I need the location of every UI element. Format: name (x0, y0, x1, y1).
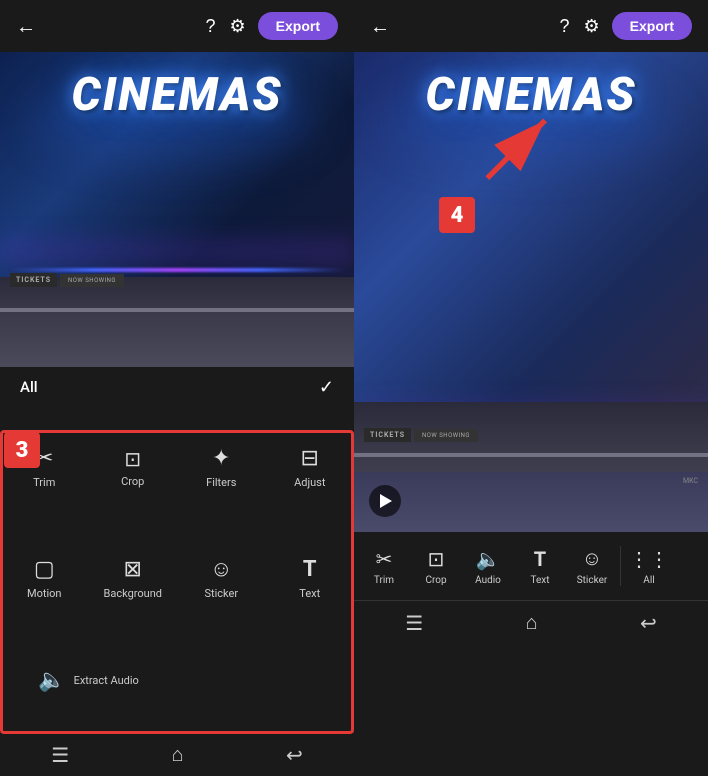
trim-label: Trim (33, 476, 55, 489)
text-icon: T (303, 559, 317, 581)
left-panel: ← ? ⚙ Export CINEMAS TICKETS NOW SHOWING… (0, 0, 354, 776)
right-cinemas-text: CINEMAS (426, 72, 637, 118)
right-back-arrow-icon[interactable]: ← (370, 14, 390, 39)
left-top-bar-right: ? ⚙ Export (204, 12, 339, 40)
right-text-icon: T (534, 547, 546, 571)
right-top-bar-left: ← (370, 14, 390, 39)
neon-strip (10, 268, 344, 272)
right-floor-balcony: TICKETS NOW SHOWING MKC (354, 402, 708, 532)
background-label: Background (104, 587, 162, 600)
right-tool-text[interactable]: T Text (514, 541, 566, 592)
balcony-rail (0, 308, 354, 312)
play-icon (380, 494, 392, 508)
right-video-preview: CINEMAS TICKETS NOW SHOWING MKC 4 (354, 52, 708, 532)
right-export-button[interactable]: Export (612, 12, 692, 40)
right-trim-icon: ✂ (376, 547, 393, 571)
right-audio-label: Audio (475, 575, 501, 586)
adjust-icon: ⊟ (301, 448, 319, 470)
tool-trim[interactable]: ✂ Trim (0, 413, 89, 524)
toolbar-divider (620, 546, 621, 586)
sticker-icon: ☺ (210, 559, 232, 581)
crop-icon: ⊡ (124, 449, 141, 469)
cinema-top-area: CINEMAS (0, 52, 354, 128)
play-button[interactable] (369, 485, 401, 517)
right-tool-audio[interactable]: 🔈 Audio (462, 541, 514, 592)
left-bottom-nav: ☰ ⌂ ↩ (0, 732, 354, 776)
right-trim-label: Trim (374, 575, 394, 586)
right-now-showing-sign: NOW SHOWING (414, 429, 478, 442)
left-top-bar: ← ? ⚙ Export (0, 0, 354, 52)
left-top-bar-left: ← (16, 14, 36, 39)
right-tickets-sign: TICKETS (364, 428, 411, 442)
nav-back-icon[interactable]: ↩ (286, 743, 303, 767)
purple-blob (0, 237, 354, 267)
sticker-label: Sticker (204, 587, 238, 600)
tool-filters[interactable]: ✦ Filters (177, 413, 266, 524)
tool-extract-audio[interactable]: 🔈 Extract Audio (0, 635, 177, 727)
check-icon[interactable]: ✓ (319, 377, 334, 398)
right-top-bar-right: ? ⚙ Export (558, 12, 693, 40)
right-tool-crop[interactable]: ⊡ Crop (410, 541, 462, 592)
right-tool-trim[interactable]: ✂ Trim (358, 541, 410, 592)
right-crop-label: Crop (425, 575, 446, 586)
left-video-preview: CINEMAS TICKETS NOW SHOWING (0, 52, 354, 367)
now-showing-sign: NOW SHOWING (60, 274, 124, 287)
motion-label: Motion (27, 587, 62, 600)
tool-adjust[interactable]: ⊟ Adjust (266, 413, 355, 524)
right-text-label: Text (530, 575, 549, 586)
tool-text[interactable]: T Text (266, 524, 355, 635)
tickets-sign: TICKETS (10, 273, 57, 287)
right-nav-back-icon[interactable]: ↩ (640, 611, 657, 635)
right-nav-menu-icon[interactable]: ☰ (405, 611, 423, 635)
right-sticker-label: Sticker (577, 575, 608, 586)
adjust-label: Adjust (294, 476, 325, 489)
tool-background[interactable]: ⊠ Background (89, 524, 178, 635)
extract-audio-icon: 🔈 (38, 670, 65, 692)
tool-sticker[interactable]: ☺ Sticker (177, 524, 266, 635)
right-panel: ← ? ⚙ Export CINEMAS TICKETS NOW SHOWING… (354, 0, 708, 776)
right-audio-icon: 🔈 (476, 547, 501, 571)
right-bottom-nav: ☰ ⌂ ↩ (354, 600, 708, 644)
right-top-bar: ← ? ⚙ Export (354, 0, 708, 52)
text-label: Text (299, 587, 320, 600)
step-3-badge: 3 (4, 432, 40, 468)
motion-icon: ▢ (34, 559, 55, 581)
right-tool-sticker[interactable]: ☺ Sticker (566, 540, 618, 592)
right-toolbar: ✂ Trim ⊡ Crop 🔈 Audio T Text ☺ Sticker ⋮… (354, 532, 708, 600)
tools-grid: ✂ Trim ⊡ Crop ✦ Filters ⊟ Adjust ▢ Motio… (0, 408, 354, 733)
tool-motion[interactable]: ▢ Motion (0, 524, 89, 635)
cinemas-text: CINEMAS (72, 72, 283, 118)
right-balcony-rail (354, 453, 708, 457)
right-crop-icon: ⊡ (428, 547, 445, 571)
export-button[interactable]: Export (258, 12, 338, 40)
tool-crop[interactable]: ⊡ Crop (89, 413, 178, 524)
right-all-icon: ⋮⋮ (629, 547, 669, 571)
extract-audio-label: Extract Audio (74, 674, 139, 687)
back-arrow-icon[interactable]: ← (16, 14, 36, 39)
right-cinema-top: CINEMAS (354, 52, 708, 128)
all-label: All (20, 378, 38, 396)
floor-balcony: TICKETS NOW SHOWING (0, 277, 354, 367)
crop-label: Crop (121, 475, 144, 488)
help-button[interactable]: ? (204, 14, 218, 39)
settings-button[interactable]: ⚙ (228, 14, 248, 39)
right-help-button[interactable]: ? (558, 14, 572, 39)
right-tool-all[interactable]: ⋮⋮ All (623, 541, 675, 592)
nav-menu-icon[interactable]: ☰ (51, 743, 69, 767)
step-4-badge: 4 (439, 197, 475, 233)
right-settings-button[interactable]: ⚙ (582, 14, 602, 39)
filters-label: Filters (206, 476, 236, 489)
right-nav-home-icon[interactable]: ⌂ (526, 610, 538, 635)
right-all-label: All (643, 575, 654, 586)
background-icon: ⊠ (124, 559, 142, 581)
right-sticker-icon: ☺ (582, 546, 602, 571)
toolbar-header: All ✓ (0, 367, 354, 408)
filters-icon: ✦ (212, 448, 230, 470)
nav-home-icon[interactable]: ⌂ (172, 742, 184, 767)
